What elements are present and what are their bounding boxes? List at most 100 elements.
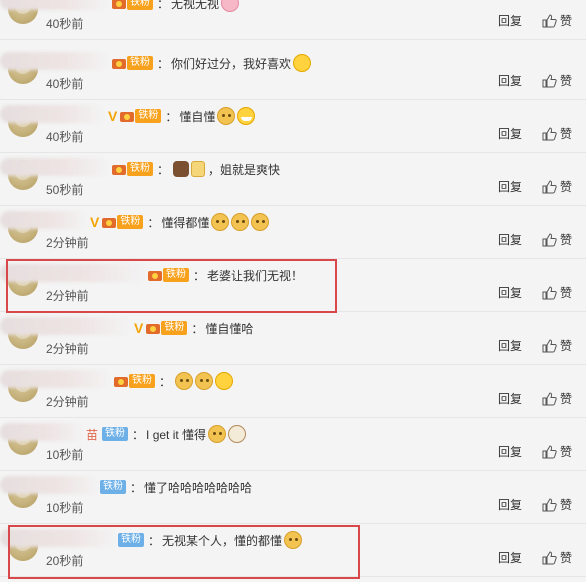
reply-button[interactable]: 回复 [498, 231, 522, 248]
timestamp: 2分钟前 [46, 342, 89, 356]
reply-button[interactable]: 回复 [498, 549, 522, 566]
doge-emoji [211, 213, 230, 231]
like-button[interactable]: 赞 [542, 125, 572, 142]
username-fragment[interactable]: 苗 [86, 426, 98, 443]
like-button[interactable]: 赞 [542, 390, 572, 407]
thumbs-up-icon [542, 338, 557, 353]
comment-row: V 铁粉：懂得都懂 2分钟前 回复 赞 [0, 207, 586, 259]
comment-actions: 回复 赞 [498, 72, 572, 89]
comment-text: 懂得都懂 [161, 215, 210, 230]
reply-button[interactable]: 回复 [498, 390, 522, 407]
like-button[interactable]: 赞 [542, 231, 572, 248]
like-label: 赞 [559, 286, 572, 300]
timestamp: 2分钟前 [46, 395, 89, 409]
timestamp: 2分钟前 [46, 236, 89, 250]
like-button[interactable]: 赞 [542, 72, 572, 89]
fan-crown-icon [148, 269, 162, 281]
comment-actions: 回复 赞 [498, 125, 572, 142]
pig-emoji [221, 0, 240, 12]
colon-separator: ： [157, 0, 170, 11]
like-label: 赞 [559, 180, 572, 194]
comment-actions: 回复 赞 [498, 443, 572, 460]
thumbs-up-icon [542, 232, 557, 247]
reply-button[interactable]: 回复 [498, 496, 522, 513]
comment-row: 铁粉 ： ，姐就是爽快 50秒前 回复 赞 [0, 154, 586, 206]
panda-emoji [228, 425, 247, 443]
reply-button[interactable]: 回复 [498, 125, 522, 142]
username-redacted [0, 317, 132, 335]
thumbs-up-icon [542, 179, 557, 194]
comment-actions: 回复 赞 [498, 178, 572, 195]
smile-emoji [293, 54, 312, 72]
like-label: 赞 [559, 445, 572, 459]
like-label: 赞 [559, 14, 572, 28]
like-button[interactable]: 赞 [542, 443, 572, 460]
comment-line: V 铁粉：懂自懂 [108, 107, 256, 125]
timestamp: 40秒前 [46, 17, 84, 31]
reply-button[interactable]: 回复 [498, 12, 522, 29]
comment-line: 铁粉 ： ，姐就是爽快 [112, 160, 280, 178]
colon-separator: ： [147, 215, 160, 230]
thumbs-up-icon [542, 550, 557, 565]
timestamp: 10秒前 [46, 501, 84, 515]
colon-separator: ： [191, 321, 204, 336]
comment-row: 苗铁粉： I get it 懂得 10秒前 回复赞 [0, 419, 586, 471]
doge-emoji [195, 372, 214, 390]
like-button[interactable]: 赞 [542, 337, 572, 354]
fan-badge: 铁粉 [129, 374, 155, 388]
fan-badge: 铁粉 [117, 215, 144, 229]
fan-badge: 铁粉 [102, 427, 129, 441]
reply-button[interactable]: 回复 [498, 178, 522, 195]
like-button[interactable]: 赞 [542, 284, 572, 301]
thumbs-up-icon [542, 285, 557, 300]
username-redacted [0, 0, 110, 10]
like-button[interactable]: 赞 [542, 496, 572, 513]
reply-button[interactable]: 回复 [498, 72, 522, 89]
thumbs-up-icon [542, 497, 557, 512]
username-redacted [0, 529, 118, 547]
fan-crown-icon [112, 0, 126, 9]
comment-row: 铁粉 ：无视无视 40秒前 回复 赞 [0, 0, 586, 40]
doge-emoji [208, 425, 227, 443]
comment-line: 铁粉 ：无视无视 [112, 0, 240, 12]
like-button[interactable]: 赞 [542, 12, 572, 29]
fan-crown-icon [114, 375, 128, 387]
fan-badge: 铁粉 [127, 0, 153, 10]
cat-emoji [173, 161, 190, 177]
comment-text: 无视无视 [171, 0, 220, 11]
comment-text: 懂自懂哈 [205, 321, 254, 336]
timestamp: 40秒前 [46, 77, 84, 91]
comment-row: 铁粉 ： 2分钟前 回复 赞 [0, 366, 586, 418]
timestamp: 2分钟前 [46, 289, 89, 303]
thumbs-up-icon [542, 13, 557, 28]
colon-separator: ： [157, 162, 170, 177]
colon-separator: ： [159, 374, 172, 389]
vip-icon: V [134, 320, 144, 336]
fan-badge: 铁粉 [100, 480, 126, 494]
doge-emoji [217, 107, 236, 125]
comment-actions: 回复 赞 [498, 284, 572, 301]
like-label: 赞 [559, 392, 572, 406]
timestamp: 50秒前 [46, 183, 84, 197]
doge-emoji [175, 372, 194, 390]
reply-button[interactable]: 回复 [498, 443, 522, 460]
like-button[interactable]: 赞 [542, 178, 572, 195]
comment-text: 老婆让我们无视！ [207, 268, 304, 283]
like-button[interactable]: 赞 [542, 549, 572, 566]
fan-crown-icon [120, 110, 135, 122]
comment-actions: 回复 赞 [498, 231, 572, 248]
timestamp: 40秒前 [46, 130, 84, 144]
comment-line: 铁粉 ：老婆让我们无视！ [148, 266, 303, 284]
like-label: 赞 [559, 127, 572, 141]
like-label: 赞 [559, 551, 572, 565]
reply-button[interactable]: 回复 [498, 337, 522, 354]
comment-actions: 回复 赞 [498, 390, 572, 407]
comment-line: V 铁粉：懂得都懂 [90, 213, 270, 231]
colon-separator: ： [193, 268, 206, 283]
fan-badge: 铁粉 [135, 109, 162, 123]
colon-separator: ： [148, 533, 161, 548]
comment-row: V 铁粉：懂自懂 40秒前 回复 赞 [0, 101, 586, 153]
fan-crown-icon [112, 163, 126, 175]
reply-button[interactable]: 回复 [498, 284, 522, 301]
fan-crown-icon [102, 216, 117, 228]
